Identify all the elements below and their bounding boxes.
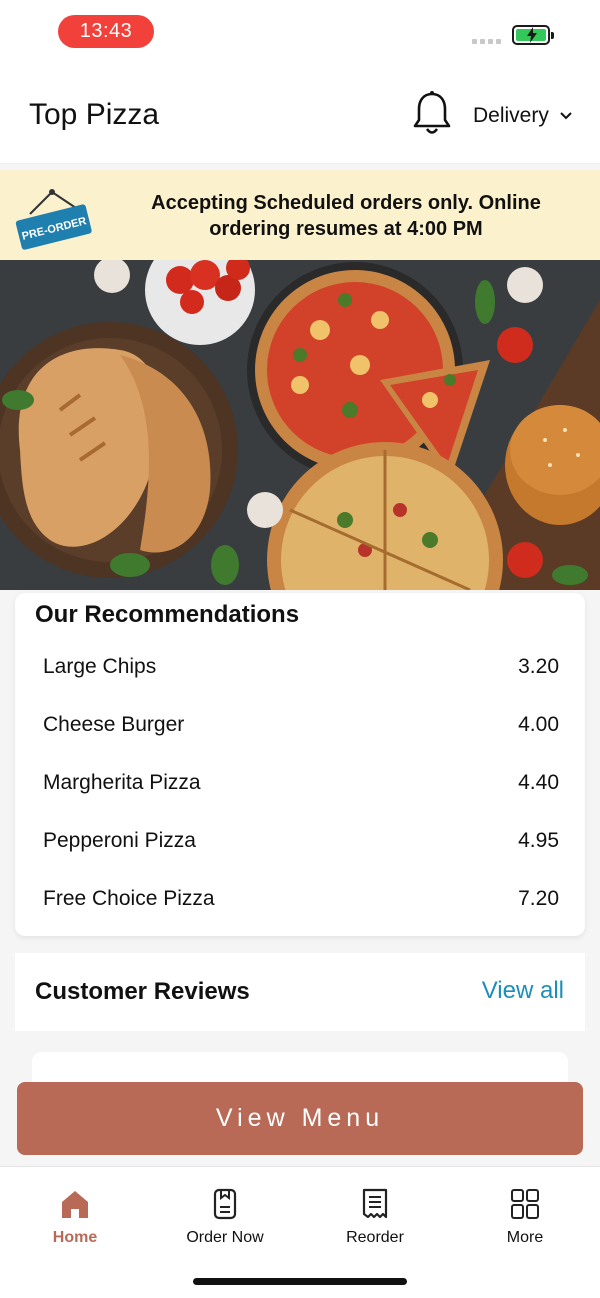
recommendation-item[interactable]: Pepperoni Pizza 4.95: [43, 821, 559, 861]
recommendations-title: Our Recommendations: [35, 601, 300, 628]
delivery-mode-label: Delivery: [473, 104, 549, 127]
delivery-mode-selector[interactable]: Delivery: [473, 104, 573, 128]
tab-label: Home: [52, 1229, 98, 1246]
tab-home[interactable]: Home: [0, 1187, 150, 1247]
banner-message: Accepting Scheduled orders only. Online …: [151, 192, 541, 240]
item-price: 4.40: [518, 771, 559, 794]
recommendation-item[interactable]: Cheese Burger 4.00: [43, 705, 559, 745]
tab-order-now[interactable]: Order Now: [150, 1187, 300, 1247]
item-name: Pepperoni Pizza: [43, 829, 196, 852]
home-indicator[interactable]: [193, 1278, 407, 1285]
item-name: Large Chips: [43, 655, 157, 678]
item-name: Free Choice Pizza: [43, 887, 215, 910]
recommendation-item[interactable]: Free Choice Pizza 7.20: [43, 879, 559, 919]
recommendation-item[interactable]: Margherita Pizza 4.40: [43, 763, 559, 803]
hero-food-image: [0, 260, 600, 590]
item-price: 7.20: [518, 887, 559, 910]
tab-label: More: [506, 1229, 544, 1246]
chevron-down-icon: [560, 112, 572, 120]
reviews-title: Customer Reviews: [35, 978, 250, 1005]
customer-reviews-header: Customer Reviews View all: [15, 953, 585, 1031]
tab-label: Reorder: [346, 1229, 404, 1246]
item-price: 4.00: [518, 713, 559, 736]
food-illustration: [0, 260, 600, 590]
view-all-reviews-link[interactable]: View all: [482, 977, 564, 1005]
item-name: Margherita Pizza: [43, 771, 201, 794]
battery-icon: [512, 25, 554, 45]
recommendation-item[interactable]: Large Chips 3.20: [43, 647, 559, 687]
page-title: Top Pizza: [29, 98, 160, 131]
preorder-banner: PRE-ORDER Accepting Scheduled orders onl…: [0, 170, 600, 260]
bell-icon[interactable]: [411, 90, 453, 138]
grid-icon: [511, 1189, 539, 1219]
app-header: Top Pizza Delivery: [0, 64, 600, 164]
home-icon: [62, 1191, 88, 1218]
order-icon: [213, 1188, 237, 1220]
item-name: Cheese Burger: [43, 713, 185, 736]
receipt-icon: [362, 1188, 388, 1219]
view-menu-button[interactable]: View Menu: [17, 1082, 583, 1155]
tab-label: Order Now: [186, 1229, 264, 1246]
signal-icon: [472, 39, 501, 44]
preorder-sign-icon: PRE-ORDER: [15, 189, 92, 250]
item-price: 4.95: [518, 829, 559, 852]
status-bar: 13:43: [0, 0, 600, 64]
recommendations-card: Our Recommendations Large Chips 3.20 Che…: [15, 593, 585, 936]
status-time: 13:43: [58, 15, 154, 48]
item-price: 3.20: [518, 655, 559, 678]
tab-more[interactable]: More: [450, 1187, 600, 1247]
tab-reorder[interactable]: Reorder: [300, 1187, 450, 1247]
